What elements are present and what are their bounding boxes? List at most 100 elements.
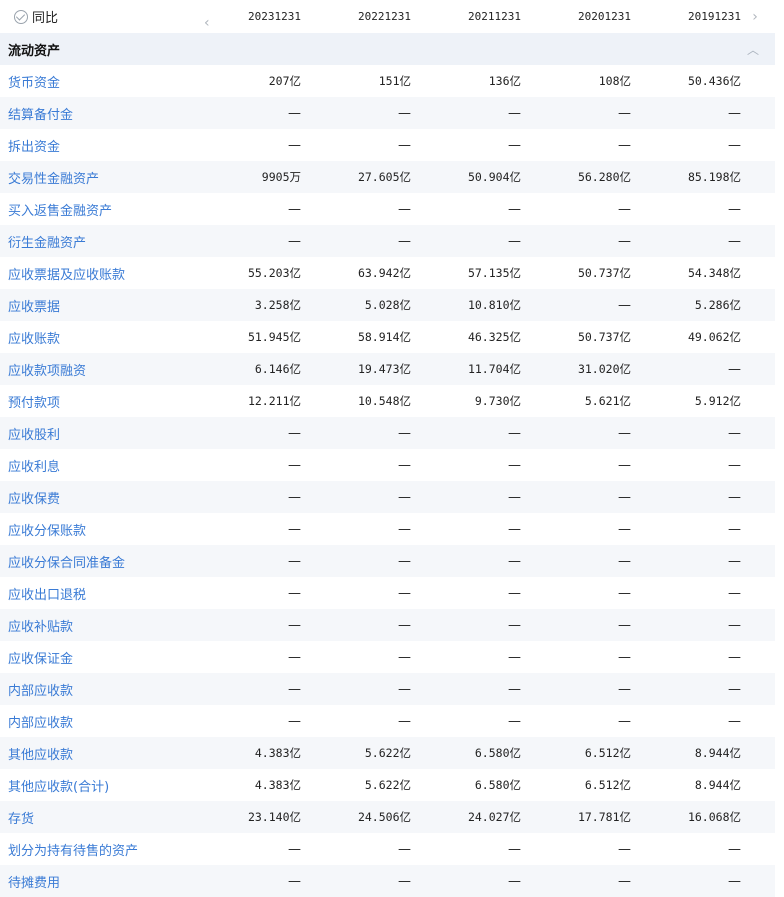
- table-cell: —: [288, 521, 301, 537]
- table-cell: 6.512亿: [584, 778, 631, 792]
- row-label-link[interactable]: 其他应收款: [0, 744, 191, 763]
- row-label-link[interactable]: 应收账款: [0, 328, 191, 347]
- row-label-link[interactable]: 交易性金融资产: [0, 168, 191, 187]
- table-cell: —: [728, 233, 741, 249]
- table-cell: —: [398, 617, 411, 633]
- compare-label: 同比: [32, 11, 59, 26]
- table-cell: —: [508, 521, 521, 537]
- table-cell: —: [618, 649, 631, 665]
- table-cell: 6.580亿: [474, 746, 521, 760]
- table-cell: —: [728, 425, 741, 441]
- row-label-link[interactable]: 应收票据: [0, 296, 191, 315]
- row-label-link[interactable]: 划分为持有待售的资产: [0, 840, 191, 859]
- table-row: 货币资金 207亿 151亿 136亿 108亿 50.436亿: [0, 65, 775, 97]
- table-cell: —: [398, 457, 411, 473]
- table-cell: 54.348亿: [687, 266, 741, 280]
- row-label-link[interactable]: 应收票据及应收账款: [0, 264, 191, 283]
- table-cell: 8.944亿: [694, 746, 741, 760]
- table-cell: 58.914亿: [357, 330, 411, 344]
- table-cell: —: [618, 489, 631, 505]
- row-label-link[interactable]: 应收补贴款: [0, 616, 191, 635]
- row-label-link[interactable]: 应收分保合同准备金: [0, 552, 191, 571]
- chevron-left-icon[interactable]: ‹: [204, 15, 210, 31]
- table-row: 应收款项融资 6.146亿 19.473亿 11.704亿 31.020亿 —: [0, 353, 775, 385]
- table-cell: —: [398, 201, 411, 217]
- table-cell: —: [508, 201, 521, 217]
- row-label-link[interactable]: 应收出口退税: [0, 584, 191, 603]
- row-label-link[interactable]: 衍生金融资产: [0, 232, 191, 251]
- table-cell: —: [618, 521, 631, 537]
- row-label-link[interactable]: 待摊费用: [0, 872, 191, 891]
- table-cell: —: [728, 649, 741, 665]
- table-cell: 50.737亿: [577, 266, 631, 280]
- table-cell: —: [728, 713, 741, 729]
- table-cell: 6.512亿: [584, 746, 631, 760]
- table-cell: —: [398, 873, 411, 889]
- table-cell: —: [618, 553, 631, 569]
- table-cell: —: [508, 105, 521, 121]
- row-label-link[interactable]: 货币资金: [0, 72, 191, 91]
- compare-toggle[interactable]: 同比 ‹: [0, 7, 210, 31]
- row-label-link[interactable]: 应收保证金: [0, 648, 191, 667]
- table-cell: 46.325亿: [467, 330, 521, 344]
- table-row: 交易性金融资产 9905万 27.605亿 50.904亿 56.280亿 85.198亿: [0, 161, 775, 193]
- row-label-link[interactable]: 应收股利: [0, 424, 191, 443]
- table-cell: 4.383亿: [254, 778, 301, 792]
- table-cell: —: [728, 361, 741, 377]
- row-label-link[interactable]: 应收款项融资: [0, 360, 191, 379]
- table-cell: 207亿: [268, 74, 301, 88]
- table-row: 内部应收款 — — — — —: [0, 673, 775, 705]
- table-cell: —: [288, 873, 301, 889]
- row-label-link[interactable]: 应收保费: [0, 488, 191, 507]
- row-label-link[interactable]: 其他应收款(合计): [0, 776, 191, 795]
- table-cell: —: [618, 713, 631, 729]
- section-header-current-assets[interactable]: 流动资产 ︿: [0, 33, 775, 65]
- table-cell: —: [618, 841, 631, 857]
- table-cell: 6.146亿: [254, 362, 301, 376]
- table-cell: —: [508, 617, 521, 633]
- row-label-link[interactable]: 应收利息: [0, 456, 191, 475]
- table-cell: —: [398, 713, 411, 729]
- table-cell: 50.436亿: [687, 74, 741, 88]
- row-label-link[interactable]: 结算备付金: [0, 104, 191, 123]
- table-cell: 136亿: [488, 74, 521, 88]
- row-label-link[interactable]: 存货: [0, 808, 191, 827]
- check-circle-icon[interactable]: [14, 9, 28, 24]
- table-cell: 85.198亿: [687, 170, 741, 184]
- table-cell: —: [618, 873, 631, 889]
- row-label-link[interactable]: 拆出资金: [0, 136, 191, 155]
- chevron-up-icon[interactable]: ︿: [747, 41, 759, 58]
- row-label-link[interactable]: 内部应收款: [0, 712, 191, 731]
- table-row: 应收保费 — — — — —: [0, 481, 775, 513]
- table-cell: —: [618, 233, 631, 249]
- table-cell: —: [508, 873, 521, 889]
- table-cell: —: [288, 681, 301, 697]
- table-row: 其他应收款 4.383亿 5.622亿 6.580亿 6.512亿 8.944亿: [0, 737, 775, 769]
- table-cell: —: [398, 649, 411, 665]
- row-label-link[interactable]: 内部应收款: [0, 680, 191, 699]
- table-row: 买入返售金融资产 — — — — —: [0, 193, 775, 225]
- table-row: 待摊费用 — — — — —: [0, 865, 775, 897]
- table-cell: —: [728, 105, 741, 121]
- table-cell: 5.912亿: [694, 394, 741, 408]
- table-cell: 23.140亿: [247, 810, 301, 824]
- row-label-link[interactable]: 应收分保账款: [0, 520, 191, 539]
- table-cell: —: [618, 457, 631, 473]
- table-cell: 56.280亿: [577, 170, 631, 184]
- table-cell: —: [508, 681, 521, 697]
- table-cell: 5.622亿: [364, 746, 411, 760]
- table-cell: 10.548亿: [357, 394, 411, 408]
- table-row: 划分为持有待售的资产 — — — — —: [0, 833, 775, 865]
- section-title: 流动资产: [8, 43, 61, 59]
- chevron-right-icon[interactable]: ›: [745, 9, 765, 25]
- row-label-link[interactable]: 预付款项: [0, 392, 191, 411]
- row-label-link[interactable]: 买入返售金融资产: [0, 200, 191, 219]
- table-cell: 5.286亿: [694, 298, 741, 312]
- table-row: 内部应收款 — — — — —: [0, 705, 775, 737]
- table-cell: 11.704亿: [467, 362, 521, 376]
- table-cell: —: [398, 681, 411, 697]
- table-cell: —: [618, 681, 631, 697]
- table-cell: —: [398, 105, 411, 121]
- table-cell: —: [618, 617, 631, 633]
- table-cell: —: [288, 457, 301, 473]
